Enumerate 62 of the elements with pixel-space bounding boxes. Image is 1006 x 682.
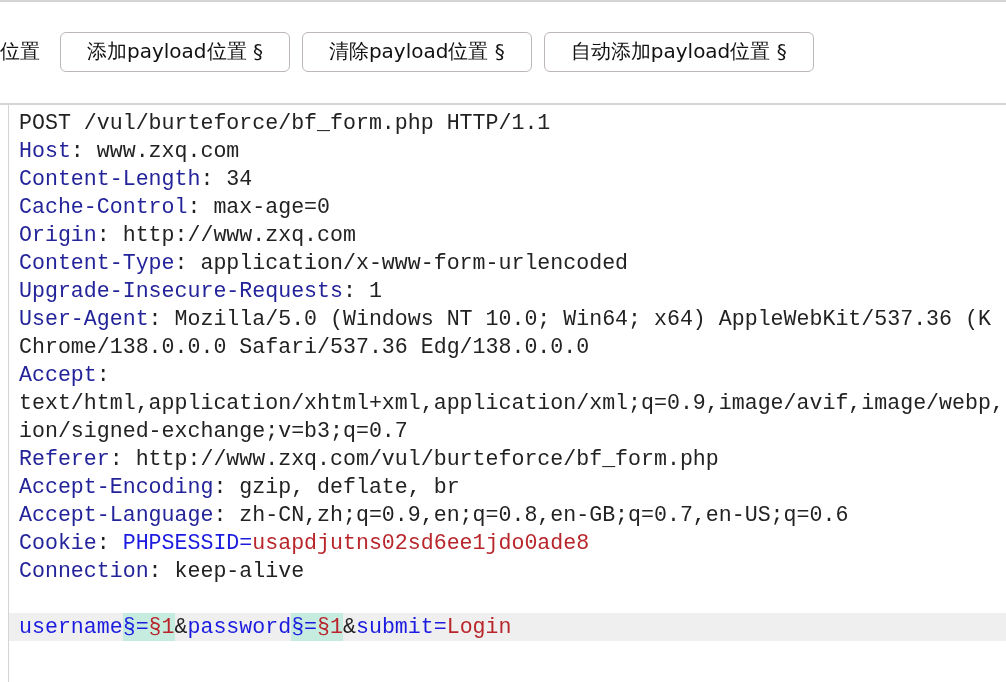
editor-line[interactable]: User-Agent: Mozilla/5.0 (Windows NT 10.0; Win64; x64) AppleWebKit/537.36 (K	[9, 305, 1006, 333]
editor-line[interactable]: Content-Length: 34	[9, 165, 1006, 193]
parameter-name: password	[187, 614, 292, 641]
header-name: Accept-Encoding	[19, 474, 214, 501]
payload-marker: §=	[291, 613, 318, 641]
editor-line[interactable]: Accept-Encoding: gzip, deflate, br	[9, 473, 1006, 501]
header-name: Host	[19, 138, 71, 165]
header-name: Cache-Control	[19, 194, 188, 221]
parameter-value: Login	[446, 614, 512, 641]
request-text: :	[96, 362, 110, 389]
request-text: &	[343, 614, 356, 641]
request-text: Chrome/138.0.0.0 Safari/537.36 Edg/138.0.0.0	[19, 334, 590, 361]
editor-line[interactable]: Cache-Control: max-age=0	[9, 193, 1006, 221]
positions-label: 位置	[0, 38, 40, 65]
request-editor[interactable]	[8, 105, 1006, 682]
request-text: : www.zxq.com	[70, 138, 240, 165]
request-text: : keep-alive	[148, 558, 305, 585]
parameter-name: username	[19, 614, 123, 641]
editor-line[interactable]: Host: www.zxq.com	[9, 137, 1006, 165]
payload-marker: §=	[122, 613, 149, 641]
parameter-name: submit=	[355, 614, 447, 641]
editor-line[interactable]: Cookie: PHPSESSID=usapdjutns02sd6ee1jdo0ade8	[9, 529, 1006, 557]
request-text: : max-age=0	[187, 194, 330, 221]
request-text: : zh-CN,zh;q=0.9,en;q=0.8,en-GB;q=0.7,en-US;q=0.6	[213, 502, 849, 529]
header-name: Referer	[19, 446, 110, 473]
editor-line[interactable]: Referer: http://www.zxq.com/vul/burteforce/bf_form.php	[9, 445, 1006, 473]
header-name: Upgrade-Insecure-Requests	[19, 278, 343, 305]
header-name: Accept-Language	[19, 502, 214, 529]
request-text: : 34	[200, 166, 253, 193]
request-text: :	[96, 530, 111, 557]
request-text: : 1	[342, 278, 382, 305]
payload-position-button[interactable]: 清除payload位置 §	[301, 31, 532, 72]
editor-line[interactable]: Origin: http://www.zxq.com	[9, 221, 1006, 249]
editor-line[interactable]: Accept-Language: zh-CN,zh;q=0.9,en;q=0.8,en-GB;q=0.7,en-US;q=0.6	[9, 501, 1006, 529]
header-name: User-Agent	[19, 306, 149, 333]
editor-line[interactable]: Chrome/138.0.0.0 Safari/537.36 Edg/138.0.0.0	[9, 333, 1006, 361]
request-text: : Mozilla/5.0 (Windows NT 10.0; Win64; x64) AppleWebKit/537.36 (K	[148, 306, 991, 333]
parameter-value: usapdjutns02sd6ee1jdo0ade8	[252, 530, 590, 557]
request-text: : application/x-www-form-urlencoded	[174, 250, 629, 277]
payload-position-button[interactable]: 添加payload位置 §	[60, 31, 290, 72]
editor-line[interactable]: ion/signed-exchange;v=b3;q=0.7	[9, 417, 1006, 445]
editor-line[interactable]: Connection: keep-alive	[9, 557, 1006, 585]
request-text: &	[174, 614, 188, 641]
header-name: Accept	[19, 362, 97, 389]
payload-marker: §1	[317, 613, 343, 641]
request-text: : http://www.zxq.com/vul/burteforce/bf_form.php	[109, 446, 719, 473]
header-name: Cookie	[19, 530, 97, 557]
payload-marker: §1	[148, 613, 175, 641]
editor-line[interactable]: POST /vul/burteforce/bf_form.php HTTP/1.1	[9, 109, 1006, 137]
header-name: Connection	[19, 558, 149, 585]
request-text: POST /vul/burteforce/bf_form.php HTTP/1.1	[19, 110, 551, 137]
header-name: Content-Length	[19, 166, 201, 193]
header-name: Origin	[19, 222, 97, 249]
editor-line[interactable]: Upgrade-Insecure-Requests: 1	[9, 277, 1006, 305]
request-text: ion/signed-exchange;v=b3;q=0.7	[19, 418, 408, 445]
header-name: Content-Type	[19, 250, 175, 277]
request-text: : gzip, deflate, br	[213, 474, 460, 501]
parameter-name: PHPSESSID=	[122, 530, 253, 557]
request-text: : http://www.zxq.com	[96, 222, 356, 249]
payload-position-button[interactable]: 自动添加payload位置 §	[543, 31, 814, 72]
editor-line[interactable]: Content-Type: application/x-www-form-urlencoded	[9, 249, 1006, 277]
editor-line[interactable]: Accept:	[9, 361, 1006, 389]
